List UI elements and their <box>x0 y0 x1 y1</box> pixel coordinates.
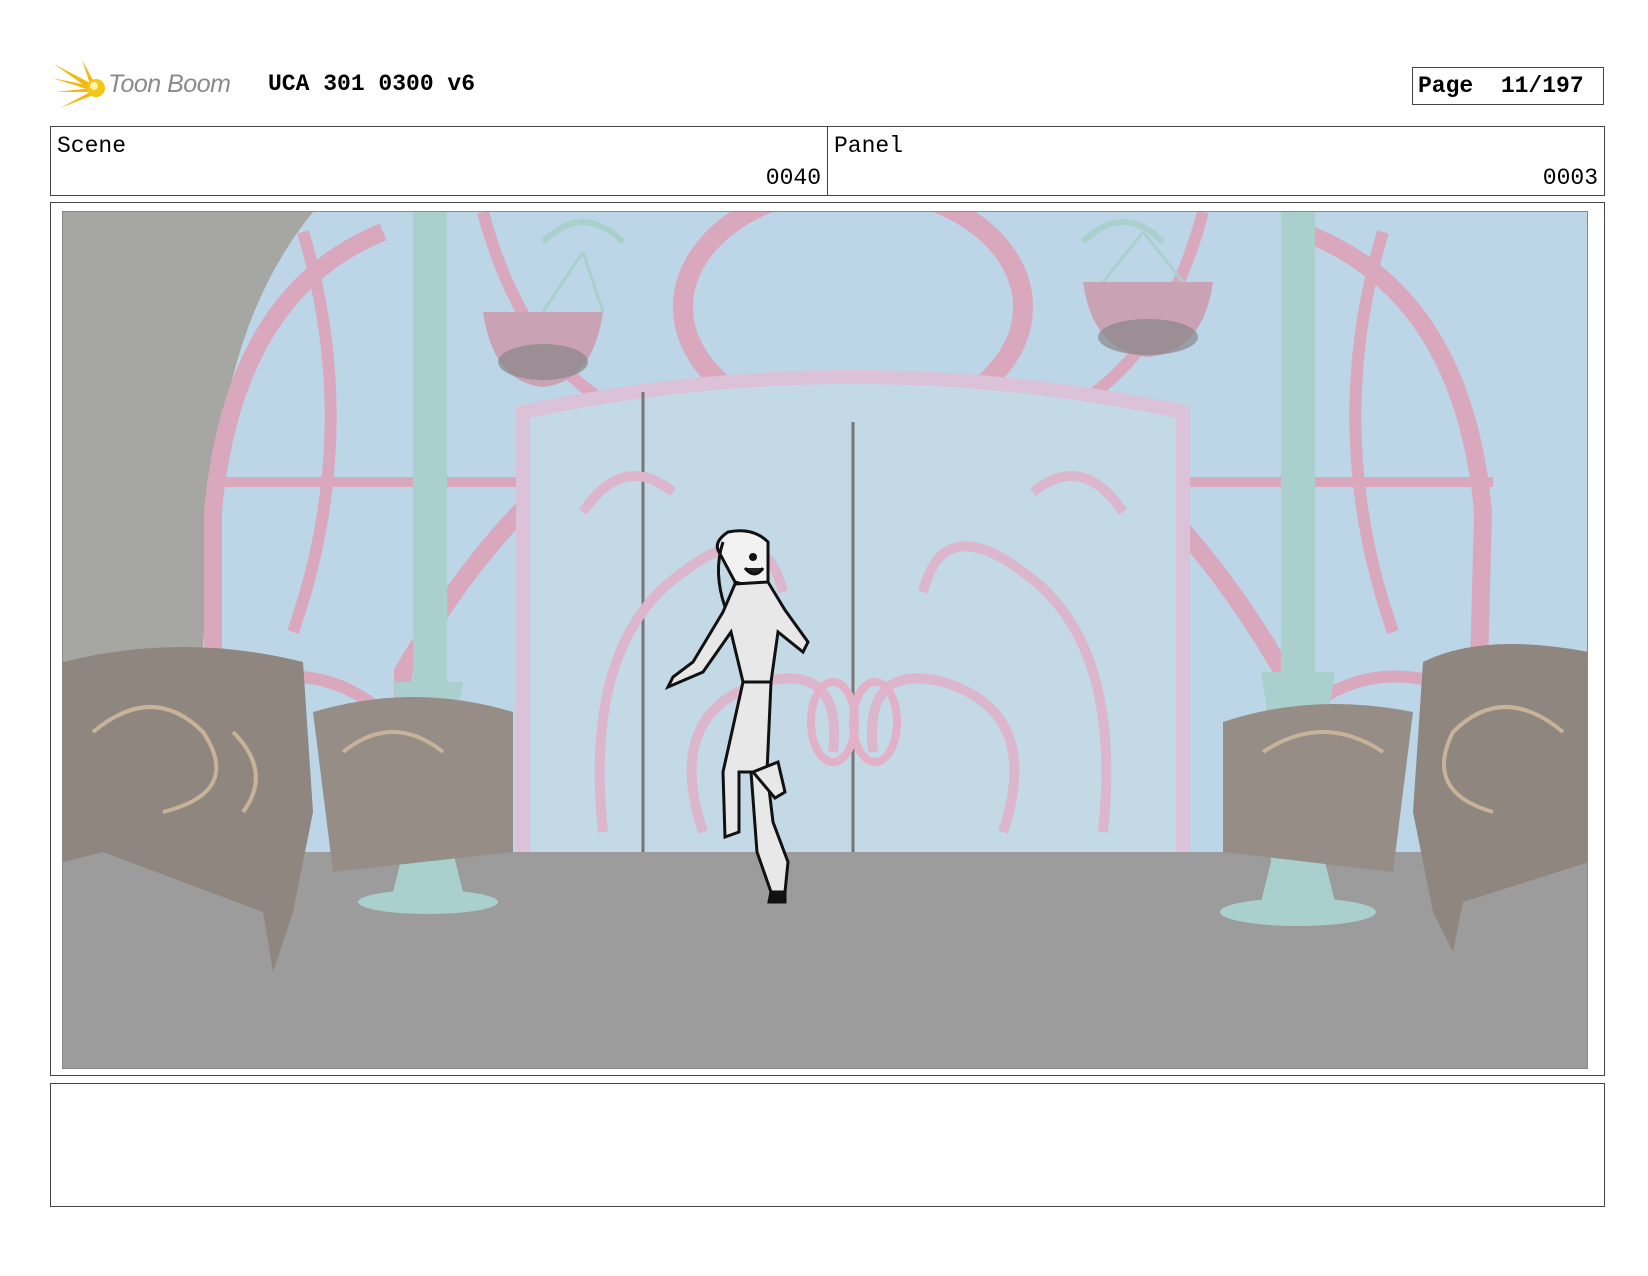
panel-label: Panel <box>834 133 904 159</box>
page-indicator: Page 11/197 <box>1412 67 1604 105</box>
storyboard-panel-image <box>62 211 1588 1069</box>
scene-number: 0040 <box>765 165 821 191</box>
conservatory-scene <box>63 212 1587 1068</box>
starburst-icon <box>52 60 105 108</box>
panel-notes-box <box>50 1083 1605 1207</box>
logo-text: Toon Boom <box>108 70 231 98</box>
document-title: UCA 301 0300 v6 <box>268 71 476 97</box>
panel-number: 0003 <box>1542 165 1598 191</box>
panel-cell: Panel 0003 <box>827 127 1604 195</box>
page-label: Page <box>1418 73 1474 99</box>
scene-label: Scene <box>57 133 127 159</box>
page-number: 11/197 <box>1500 73 1584 99</box>
scene-cell: Scene 0040 <box>51 127 827 195</box>
scene-panel-info: Scene 0040 Panel 0003 <box>50 126 1605 196</box>
